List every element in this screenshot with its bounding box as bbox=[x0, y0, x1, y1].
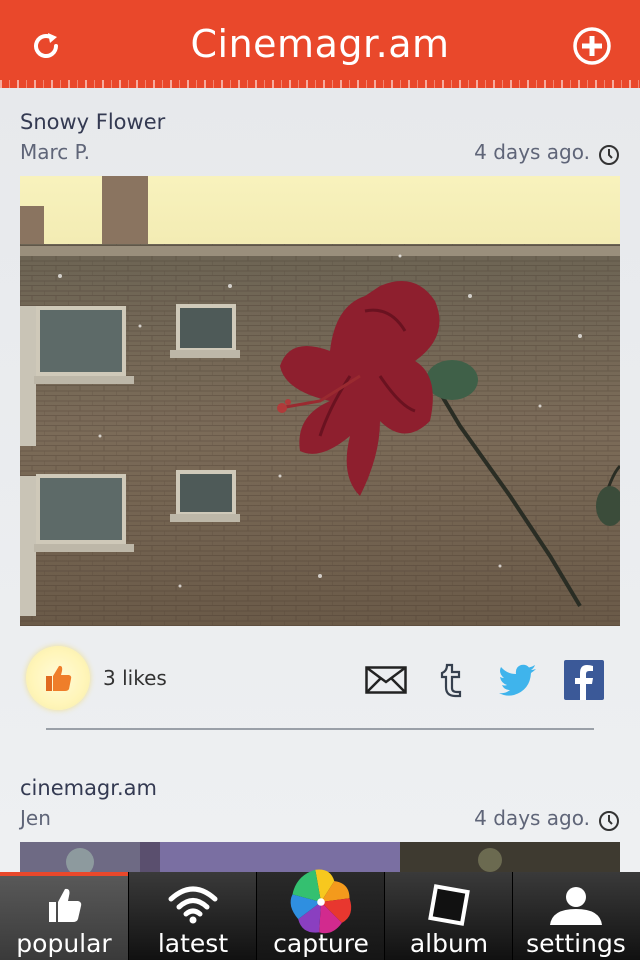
post-time: 4 days ago. bbox=[474, 140, 590, 164]
facebook-share-button[interactable] bbox=[562, 660, 606, 700]
likes-count[interactable]: 3 likes bbox=[103, 666, 167, 690]
tab-capture[interactable]: capture bbox=[257, 869, 385, 960]
tab-label: album bbox=[409, 929, 489, 958]
tab-label: latest bbox=[157, 929, 229, 958]
post-photo[interactable] bbox=[20, 176, 620, 626]
tab-label: capture bbox=[273, 929, 369, 958]
twitter-share-button[interactable] bbox=[496, 660, 540, 700]
tab-settings[interactable]: settings bbox=[512, 872, 640, 960]
post-divider bbox=[46, 728, 594, 730]
post-author[interactable]: Marc P. bbox=[20, 140, 90, 164]
feed[interactable]: Snowy Flower Marc P. 4 days ago. 3 likes… bbox=[0, 88, 640, 872]
like-button[interactable] bbox=[26, 646, 90, 710]
photo-frame-icon bbox=[428, 884, 470, 926]
add-button[interactable] bbox=[570, 24, 614, 68]
post-actions: 3 likes bbox=[0, 646, 640, 716]
post-author[interactable]: Jen bbox=[20, 806, 51, 830]
thumbs-up-icon bbox=[46, 665, 72, 691]
facebook-icon bbox=[564, 660, 604, 700]
cinemagraph-image bbox=[20, 176, 620, 626]
email-icon bbox=[365, 666, 407, 694]
tab-label: settings bbox=[526, 929, 626, 958]
plus-circle-icon bbox=[573, 27, 611, 65]
tab-album[interactable]: album bbox=[385, 872, 513, 960]
header-bar: Cinemagr.am bbox=[0, 0, 640, 88]
tab-popular[interactable]: popular bbox=[0, 872, 128, 960]
clock-icon bbox=[599, 811, 619, 831]
twitter-icon bbox=[499, 664, 536, 696]
post-title[interactable]: Snowy Flower bbox=[20, 110, 165, 134]
tab-bar: popular latest capture album settings bbox=[0, 869, 640, 960]
wifi-icon bbox=[168, 886, 218, 924]
tumblr-icon bbox=[440, 663, 462, 698]
person-icon bbox=[550, 887, 602, 925]
post-time: 4 days ago. bbox=[474, 806, 590, 830]
tab-latest[interactable]: latest bbox=[129, 872, 257, 960]
clock-icon bbox=[599, 145, 619, 165]
tab-label: popular bbox=[16, 929, 112, 958]
post-title[interactable]: cinemagr.am bbox=[20, 776, 157, 800]
app-title: Cinemagr.am bbox=[190, 22, 450, 66]
snow-edge bbox=[0, 80, 640, 88]
thumbs-up-icon bbox=[49, 888, 82, 922]
email-share-button[interactable] bbox=[364, 660, 408, 700]
tumblr-share-button[interactable] bbox=[430, 660, 474, 700]
